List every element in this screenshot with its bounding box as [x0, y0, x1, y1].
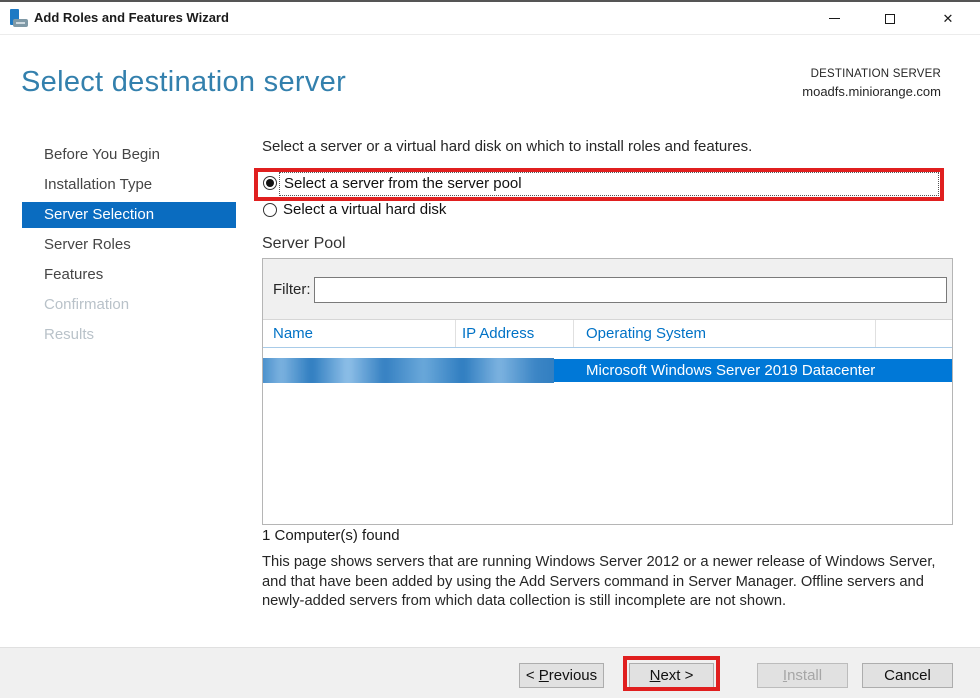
footer-bar: < Previous Next > Install Cancel — [0, 647, 980, 698]
redaction-blob — [263, 358, 554, 383]
redacted-name-ip-blur — [263, 358, 554, 383]
table-row-selected-server[interactable]: Microsoft Windows Server 2019 Datacenter — [263, 359, 952, 382]
sidebar-item-server-roles[interactable]: Server Roles — [22, 232, 236, 262]
maximize-icon — [885, 14, 895, 24]
window-title: Add Roles and Features Wizard — [34, 10, 229, 25]
radio-server-pool[interactable] — [263, 176, 277, 190]
previous-button-accesskey: P — [539, 667, 549, 684]
page-description: This page shows servers that are running… — [262, 553, 964, 612]
install-button-post: nstall — [787, 667, 822, 684]
column-header-ip-address[interactable]: IP Address — [456, 320, 574, 347]
close-button[interactable]: ✕ — [925, 3, 971, 34]
wizard-window: Add Roles and Features Wizard ✕ Select d… — [0, 0, 980, 698]
sidebar-item-server-selection[interactable]: Server Selection — [22, 202, 236, 228]
minimize-button[interactable] — [811, 3, 857, 34]
row-operating-system: Microsoft Windows Server 2019 Datacenter — [586, 359, 875, 382]
previous-button-post: revious — [549, 667, 597, 684]
next-button[interactable]: Next > — [629, 663, 714, 688]
server-table-header: Name IP Address Operating System — [263, 320, 952, 348]
sidebar-item-installation-type[interactable]: Installation Type — [22, 172, 236, 202]
destination-server-value: moadfs.miniorange.com — [802, 84, 941, 99]
server-tray-stripe — [16, 22, 25, 24]
cancel-button-post: Cancel — [884, 667, 931, 684]
radio-virtual-hard-disk-label[interactable]: Select a virtual hard disk — [283, 201, 446, 218]
previous-button-pre: < — [526, 667, 539, 684]
sidebar-item-features[interactable]: Features — [22, 262, 236, 292]
next-button-accesskey: N — [650, 667, 661, 684]
next-button-post: ext > — [660, 667, 693, 684]
sidebar-item-results: Results — [22, 322, 236, 352]
server-pool-group: Filter: Name IP Address Operating System… — [262, 258, 953, 525]
maximize-button[interactable] — [867, 3, 913, 34]
destination-server-block: DESTINATION SERVER moadfs.miniorange.com — [802, 68, 941, 99]
radio-virtual-hard-disk[interactable] — [263, 203, 277, 217]
filter-input[interactable] — [314, 277, 947, 303]
intro-text: Select a server or a virtual hard disk o… — [262, 138, 752, 155]
server-table-body: Microsoft Windows Server 2019 Datacenter — [263, 348, 952, 524]
radio-server-pool-label[interactable]: Select a server from the server pool — [280, 173, 938, 195]
server-manager-icon — [9, 8, 29, 28]
radio-server-pool-focus-rect[interactable]: Select a server from the server pool — [279, 172, 939, 196]
filter-strip: Filter: — [263, 259, 952, 320]
close-icon: ✕ — [943, 12, 954, 25]
minimize-icon — [829, 18, 840, 19]
column-header-operating-system[interactable]: Operating System — [574, 320, 876, 347]
column-header-name[interactable]: Name — [263, 320, 456, 347]
computers-found-text: 1 Computer(s) found — [262, 527, 400, 544]
destination-server-label: DESTINATION SERVER — [802, 68, 941, 80]
sidebar-item-confirmation: Confirmation — [22, 292, 236, 322]
server-pool-title: Server Pool — [262, 235, 346, 253]
cancel-button[interactable]: Cancel — [862, 663, 953, 688]
sidebar-item-before-you-begin[interactable]: Before You Begin — [22, 142, 236, 172]
previous-button[interactable]: < Previous — [519, 663, 604, 688]
filter-label: Filter: — [273, 281, 311, 298]
titlebar: Add Roles and Features Wizard ✕ — [0, 2, 980, 35]
install-button: Install — [757, 663, 848, 688]
wizard-steps-sidebar: Before You Begin Installation Type Serve… — [22, 142, 236, 352]
column-header-spacer — [876, 320, 952, 347]
page-title: Select destination server — [21, 66, 346, 99]
